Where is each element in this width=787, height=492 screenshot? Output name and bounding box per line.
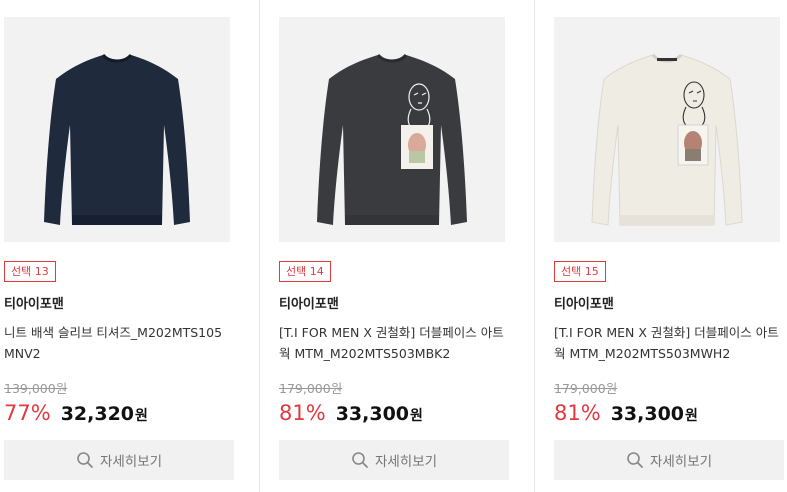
original-price: 179,000원 [554, 381, 618, 396]
currency-unit: 원 [135, 408, 148, 424]
view-details-button[interactable]: 자세히보기 [554, 440, 784, 480]
sale-price: 32,320 [60, 403, 135, 425]
view-details-label: 자세히보기 [374, 454, 438, 469]
product-card[interactable]: 선택 13 티아이포맨 니트 배색 슬리브 티셔즈_M202MTS105MNV2… [4, 0, 234, 492]
ivory-sweatshirt-image [554, 17, 780, 242]
search-icon [626, 451, 644, 469]
selection-badge: 선택 15 [554, 261, 606, 282]
original-price: 139,000원 [4, 381, 68, 396]
product-name[interactable]: [T.I FOR MEN X 권철화] 더블페이스 아트웍 MTM_M202MT… [279, 322, 507, 364]
product-image[interactable] [4, 17, 230, 242]
currency-unit: 원 [410, 408, 423, 424]
search-icon [351, 451, 369, 469]
price-line: 81% 33,300 원 [279, 401, 423, 431]
discount-rate: 81% [554, 401, 601, 425]
view-details-label: 자세히보기 [649, 454, 713, 469]
search-icon [76, 451, 94, 469]
selection-badge: 선택 13 [4, 261, 56, 282]
view-details-button[interactable]: 자세히보기 [279, 440, 509, 480]
sale-price: 33,300 [610, 403, 685, 425]
charcoal-sweatshirt-image [279, 17, 505, 242]
column-divider [259, 0, 260, 492]
brand-name: 티아이포맨 [554, 297, 614, 312]
product-name[interactable]: 니트 배색 슬리브 티셔즈_M202MTS105MNV2 [4, 322, 232, 364]
price-line: 81% 33,300 원 [554, 401, 698, 431]
product-image[interactable] [279, 17, 505, 242]
product-card[interactable]: 선택 15 티아이포맨 [T.I FOR MEN X 권철화] 더블페이스 아트… [554, 0, 784, 492]
currency-unit: 원 [685, 408, 698, 424]
product-image[interactable] [554, 17, 780, 242]
discount-rate: 81% [279, 401, 326, 425]
product-grid: 선택 13 티아이포맨 니트 배색 슬리브 티셔즈_M202MTS105MNV2… [0, 0, 787, 492]
brand-name: 티아이포맨 [279, 297, 339, 312]
brand-name: 티아이포맨 [4, 297, 64, 312]
view-details-label: 자세히보기 [99, 454, 163, 469]
price-line: 77% 32,320 원 [4, 401, 148, 431]
view-details-button[interactable]: 자세히보기 [4, 440, 234, 480]
sale-price: 33,300 [335, 403, 410, 425]
column-divider [534, 0, 535, 492]
navy-sweater-image [4, 17, 230, 242]
product-card[interactable]: 선택 14 티아이포맨 [T.I FOR MEN X 권철화] 더블페이스 아트… [279, 0, 509, 492]
discount-rate: 77% [4, 401, 51, 425]
selection-badge: 선택 14 [279, 261, 331, 282]
product-name[interactable]: [T.I FOR MEN X 권철화] 더블페이스 아트웍 MTM_M202MT… [554, 322, 782, 364]
original-price: 179,000원 [279, 381, 343, 396]
